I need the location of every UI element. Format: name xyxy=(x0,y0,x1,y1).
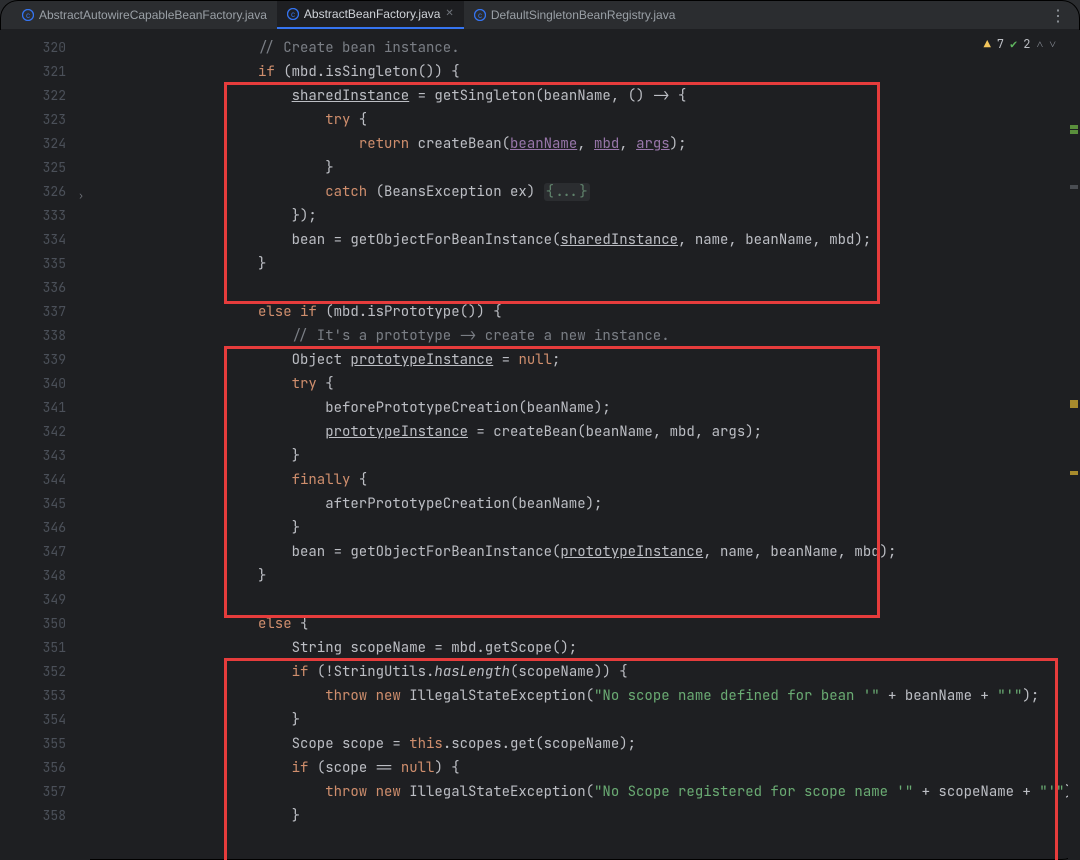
code-line: if (mbd.isSingleton()) { xyxy=(90,60,1080,84)
close-icon[interactable]: ✕ xyxy=(445,8,453,19)
gutter-line[interactable]: 345 xyxy=(0,492,90,516)
gutter-line[interactable]: 344 xyxy=(0,468,90,492)
code-line: } xyxy=(90,516,1080,540)
code-line: Scope scope = this.scopes.get(scopeName)… xyxy=(90,732,1080,756)
java-class-icon: c xyxy=(474,9,486,21)
code-line: String scopeName = mbd.getScope(); xyxy=(90,636,1080,660)
code-line: try { xyxy=(90,372,1080,396)
code-line: else if (mbd.isPrototype()) { xyxy=(90,300,1080,324)
ok-icon: ✔ xyxy=(1010,36,1017,52)
gutter-line[interactable]: 340 xyxy=(0,372,90,396)
gutter-line[interactable]: 341 xyxy=(0,396,90,420)
gutter-line[interactable]: 347 xyxy=(0,540,90,564)
gutter-line[interactable]: 354 xyxy=(0,708,90,732)
tab-file-0[interactable]: c AbstractAutowireCapableBeanFactory.jav… xyxy=(12,0,277,29)
gutter-line[interactable]: 335 xyxy=(0,252,90,276)
code-line: if (!StringUtils.hasLength(scopeName)) { xyxy=(90,660,1080,684)
tab-label: DefaultSingletonBeanRegistry.java xyxy=(491,8,676,22)
gutter-line[interactable]: 349 xyxy=(0,588,90,612)
gutter-line[interactable]: 358 xyxy=(0,804,90,828)
code-line: } xyxy=(90,156,1080,180)
code-line: finally { xyxy=(90,468,1080,492)
code-line: sharedInstance = getSingleton(beanName, … xyxy=(90,84,1080,108)
svg-text:c: c xyxy=(26,11,30,20)
stripe-marker[interactable] xyxy=(1070,125,1078,129)
gutter-line[interactable]: 333 xyxy=(0,204,90,228)
line-gutter: 320321322323324325326›333334335336337338… xyxy=(0,30,90,860)
kebab-menu-icon[interactable]: ⋮ xyxy=(1050,6,1066,26)
gutter-line[interactable]: 357 xyxy=(0,780,90,804)
gutter-line[interactable]: 353 xyxy=(0,684,90,708)
code-line: } xyxy=(90,252,1080,276)
gutter-line[interactable]: 339 xyxy=(0,348,90,372)
gutter-line[interactable]: 337 xyxy=(0,300,90,324)
java-class-icon: c xyxy=(22,9,34,21)
code-line: bean = getObjectForBeanInstance(prototyp… xyxy=(90,540,1080,564)
code-line: return createBean(beanName, mbd, args); xyxy=(90,132,1080,156)
folded-region[interactable]: {...} xyxy=(544,183,590,201)
gutter-line[interactable]: 323 xyxy=(0,108,90,132)
code-line: if (scope == null) { xyxy=(90,756,1080,780)
code-line: throw new IllegalStateException("No scop… xyxy=(90,684,1080,708)
java-class-icon: c xyxy=(287,8,299,20)
gutter-line[interactable]: 346 xyxy=(0,516,90,540)
gutter-line[interactable]: 355 xyxy=(0,732,90,756)
code-line: Object prototypeInstance = null; xyxy=(90,348,1080,372)
code-line: prototypeInstance = createBean(beanName,… xyxy=(90,420,1080,444)
code-line xyxy=(90,276,1080,300)
tab-file-2[interactable]: c DefaultSingletonBeanRegistry.java xyxy=(464,0,686,29)
gutter-line[interactable]: 343 xyxy=(0,444,90,468)
gutter-line[interactable]: 336 xyxy=(0,276,90,300)
gutter-line[interactable]: 324 xyxy=(0,132,90,156)
code-line: // It's a prototype -> create a new inst… xyxy=(90,324,1080,348)
code-area[interactable]: ▲ 7 ✔ 2 ˄ ˅ // Create bean instance. if (m… xyxy=(90,30,1080,860)
gutter-line[interactable]: 325 xyxy=(0,156,90,180)
gutter-line[interactable]: 351 xyxy=(0,636,90,660)
tab-file-1[interactable]: c AbstractBeanFactory.java ✕ xyxy=(277,0,464,29)
gutter-line[interactable]: 326› xyxy=(0,180,90,204)
gutter-line[interactable]: 321 xyxy=(0,60,90,84)
chevron-up-icon[interactable]: ˄ xyxy=(1036,36,1043,52)
error-stripe[interactable] xyxy=(1068,30,1080,860)
gutter-line[interactable]: 338 xyxy=(0,324,90,348)
code-line: bean = getObjectForBeanInstance(sharedIn… xyxy=(90,228,1080,252)
code-line: catch (BeansException ex) {...} xyxy=(90,180,1080,204)
gutter-line[interactable]: 322 xyxy=(0,84,90,108)
ok-count: 2 xyxy=(1023,36,1030,52)
code-line: } xyxy=(90,564,1080,588)
stripe-marker[interactable] xyxy=(1070,404,1078,408)
code-line: } xyxy=(90,708,1080,732)
tab-label: AbstractAutowireCapableBeanFactory.java xyxy=(39,8,267,22)
svg-text:c: c xyxy=(291,10,295,19)
code-line: }); xyxy=(90,204,1080,228)
gutter-line[interactable]: 334 xyxy=(0,228,90,252)
warning-icon: ▲ xyxy=(984,36,991,52)
code-line xyxy=(90,588,1080,612)
code-line: try { xyxy=(90,108,1080,132)
editor: 320321322323324325326›333334335336337338… xyxy=(0,30,1080,860)
gutter-line[interactable]: 320 xyxy=(0,36,90,60)
code-line: throw new IllegalStateException("No Scop… xyxy=(90,780,1080,804)
inspection-summary[interactable]: ▲ 7 ✔ 2 ˄ ˅ xyxy=(984,36,1056,52)
editor-tabs: c AbstractAutowireCapableBeanFactory.jav… xyxy=(0,0,1080,30)
code-line: beforePrototypeCreation(beanName); xyxy=(90,396,1080,420)
stripe-marker[interactable] xyxy=(1070,130,1078,134)
code-line: // Create bean instance. xyxy=(90,36,1080,60)
code-line: } xyxy=(90,804,1080,828)
code-line: } xyxy=(90,444,1080,468)
stripe-marker[interactable] xyxy=(1070,471,1078,475)
code-line: else { xyxy=(90,612,1080,636)
gutter-line[interactable]: 342 xyxy=(0,420,90,444)
stripe-marker[interactable] xyxy=(1070,185,1078,189)
tab-label: AbstractBeanFactory.java xyxy=(304,7,441,21)
gutter-line[interactable]: 356 xyxy=(0,756,90,780)
gutter-line[interactable]: 348 xyxy=(0,564,90,588)
gutter-line[interactable]: 352 xyxy=(0,660,90,684)
warning-count: 7 xyxy=(997,36,1004,52)
svg-text:c: c xyxy=(478,11,482,20)
chevron-down-icon[interactable]: ˅ xyxy=(1049,36,1056,52)
gutter-line[interactable]: 350 xyxy=(0,612,90,636)
code-line: afterPrototypeCreation(beanName); xyxy=(90,492,1080,516)
